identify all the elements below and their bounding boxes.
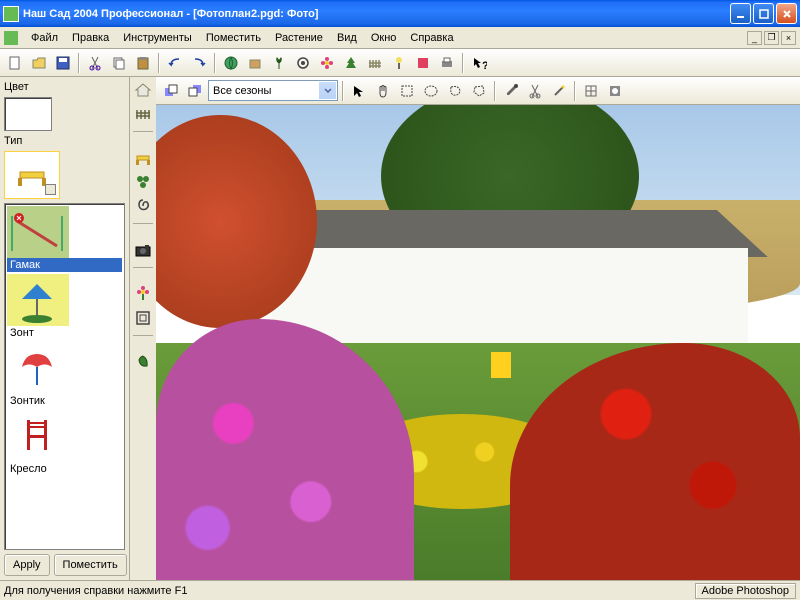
status-help-text: Для получения справки нажмите F1 bbox=[4, 585, 691, 597]
arrow-tool-button[interactable] bbox=[348, 80, 370, 102]
spiral-tool-icon[interactable] bbox=[132, 195, 154, 217]
minimize-button[interactable] bbox=[730, 3, 751, 24]
tree-button[interactable] bbox=[340, 52, 362, 74]
svg-text:?: ? bbox=[482, 60, 487, 71]
poly-lasso-button[interactable] bbox=[468, 80, 490, 102]
grid-button[interactable] bbox=[580, 80, 602, 102]
catalog-item[interactable]: Кресло bbox=[7, 410, 122, 476]
small-umbrella-icon bbox=[7, 342, 69, 394]
flower-tool-icon[interactable] bbox=[132, 283, 154, 305]
pointer-help-button[interactable]: ? bbox=[468, 52, 490, 74]
place-tool-button[interactable] bbox=[244, 52, 266, 74]
type-selector[interactable] bbox=[4, 151, 60, 199]
menu-window[interactable]: Окно bbox=[364, 30, 404, 46]
flower-button[interactable] bbox=[316, 52, 338, 74]
catalog-list[interactable]: Гамак Зонт Зонтик Кресло bbox=[4, 203, 125, 550]
type-label: Тип bbox=[4, 135, 125, 147]
window-title: Наш Сад 2004 Профессионал - [Фотоплан2.p… bbox=[23, 8, 318, 20]
redo-button[interactable] bbox=[188, 52, 210, 74]
send-back-button[interactable] bbox=[184, 80, 206, 102]
season-value: Все сезоны bbox=[213, 85, 271, 97]
status-bar: Для получения справки нажмите F1 Adobe P… bbox=[0, 580, 800, 600]
apply-button[interactable]: Apply bbox=[4, 554, 50, 576]
undo-button[interactable] bbox=[164, 52, 186, 74]
left-panel: Цвет Тип Гамак Зонт Зонтик Кресло bbox=[0, 77, 130, 580]
catalog-item-label: Зонт bbox=[7, 326, 122, 340]
tool-column bbox=[130, 77, 156, 580]
hand-tool-button[interactable] bbox=[372, 80, 394, 102]
catalog-item-label: Кресло bbox=[7, 462, 122, 476]
catalog-item-label: Зонтик bbox=[7, 394, 122, 408]
save-button[interactable] bbox=[52, 52, 74, 74]
title-bar: Наш Сад 2004 Профессионал - [Фотоплан2.p… bbox=[0, 0, 800, 27]
lamp-button[interactable] bbox=[388, 52, 410, 74]
fence-button[interactable] bbox=[364, 52, 386, 74]
leaf-tool-icon[interactable] bbox=[132, 351, 154, 373]
mdi-doc-icon[interactable] bbox=[4, 31, 18, 45]
open-button[interactable] bbox=[28, 52, 50, 74]
color-picker[interactable] bbox=[4, 97, 52, 131]
bring-front-button[interactable] bbox=[160, 80, 182, 102]
app-icon bbox=[3, 6, 19, 22]
catalog-item[interactable]: Зонт bbox=[7, 274, 122, 340]
place-button[interactable]: Поместить bbox=[54, 554, 127, 576]
menu-view[interactable]: Вид bbox=[330, 30, 364, 46]
chair-icon bbox=[7, 410, 69, 462]
canvas-viewport[interactable] bbox=[156, 105, 800, 580]
close-button[interactable] bbox=[776, 3, 797, 24]
mdi-minimize-button[interactable]: _ bbox=[747, 31, 762, 45]
ellipse-select-button[interactable] bbox=[420, 80, 442, 102]
copy-button[interactable] bbox=[108, 52, 130, 74]
rect-select-button[interactable] bbox=[396, 80, 418, 102]
menu-tools[interactable]: Инструменты bbox=[116, 30, 199, 46]
cluster-tool-icon[interactable] bbox=[132, 171, 154, 193]
frame-tool-icon[interactable] bbox=[132, 307, 154, 329]
new-button[interactable] bbox=[4, 52, 26, 74]
catalog-item-label: Гамак bbox=[7, 258, 122, 272]
catalog-item[interactable]: Зонтик bbox=[7, 342, 122, 408]
fence-tool-icon[interactable] bbox=[132, 103, 154, 125]
mdi-close-button[interactable]: × bbox=[781, 31, 796, 45]
status-tray: Adobe Photoshop bbox=[695, 583, 796, 599]
main-toolbar: ? bbox=[0, 49, 800, 77]
menu-edit[interactable]: Правка bbox=[65, 30, 116, 46]
menu-bar: Файл Правка Инструменты Поместить Растен… bbox=[0, 27, 800, 49]
camera-tool-icon[interactable] bbox=[132, 239, 154, 261]
menu-plant[interactable]: Растение bbox=[268, 30, 330, 46]
hammock-icon bbox=[7, 206, 69, 258]
bench-tool-icon[interactable] bbox=[132, 147, 154, 169]
maximize-button[interactable] bbox=[753, 3, 774, 24]
paste-button[interactable] bbox=[132, 52, 154, 74]
eyedropper-button[interactable] bbox=[500, 80, 522, 102]
canvas-toolbar: Все сезоны bbox=[156, 77, 800, 105]
mdi-restore-button[interactable]: ❐ bbox=[764, 31, 779, 45]
menu-help[interactable]: Справка bbox=[403, 30, 460, 46]
menu-place[interactable]: Поместить bbox=[199, 30, 268, 46]
mask-button[interactable] bbox=[604, 80, 626, 102]
season-dropdown[interactable]: Все сезоны bbox=[208, 80, 338, 101]
house-tool-icon[interactable] bbox=[132, 79, 154, 101]
plant-tool-button[interactable] bbox=[268, 52, 290, 74]
magic-wand-button[interactable] bbox=[548, 80, 570, 102]
globe-button[interactable] bbox=[220, 52, 242, 74]
menu-file[interactable]: Файл bbox=[24, 30, 65, 46]
settings-button[interactable] bbox=[292, 52, 314, 74]
catalog-item[interactable]: Гамак bbox=[7, 206, 122, 272]
umbrella-icon bbox=[7, 274, 69, 326]
lasso-button[interactable] bbox=[444, 80, 466, 102]
color-tool-button[interactable] bbox=[412, 52, 434, 74]
print-button[interactable] bbox=[436, 52, 458, 74]
scissors-button[interactable] bbox=[524, 80, 546, 102]
chevron-down-icon bbox=[319, 82, 336, 99]
color-label: Цвет bbox=[4, 81, 125, 93]
cut-button[interactable] bbox=[84, 52, 106, 74]
